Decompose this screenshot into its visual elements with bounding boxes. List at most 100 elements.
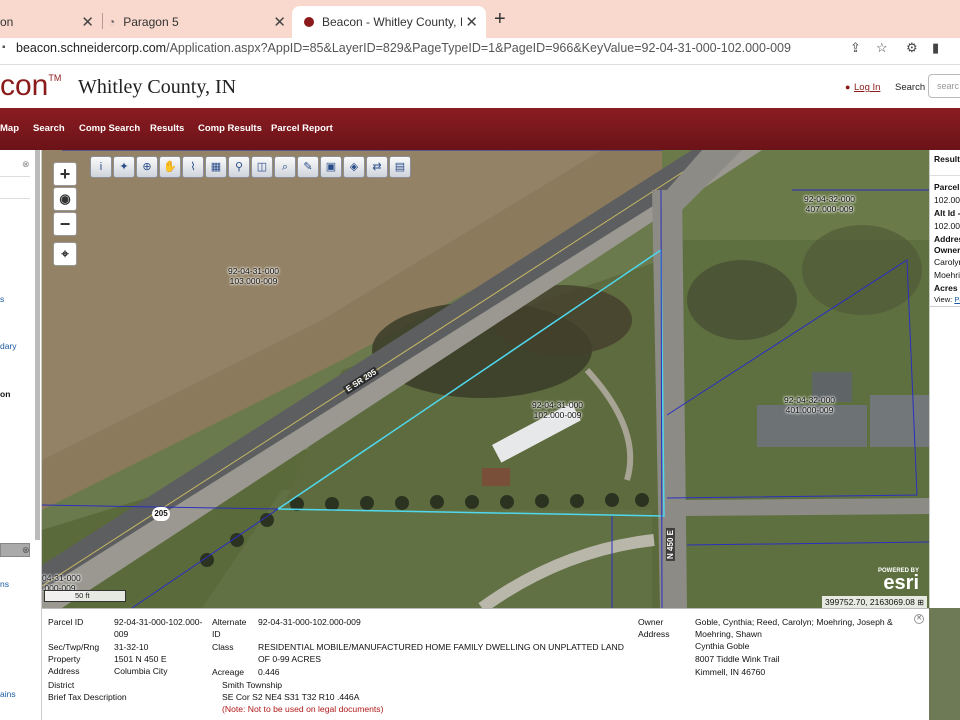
new-tab-button[interactable]: + bbox=[494, 8, 506, 31]
print-icon[interactable]: ▣ bbox=[320, 156, 342, 178]
nav-comp-search[interactable]: Comp Search bbox=[79, 123, 140, 134]
buffer-icon[interactable]: ◫ bbox=[251, 156, 273, 178]
panel-divider bbox=[0, 198, 30, 199]
close-icon[interactable]: ✕ bbox=[273, 13, 286, 31]
close-icon[interactable]: ✕ bbox=[914, 614, 924, 624]
identify-icon[interactable]: ✦ bbox=[113, 156, 135, 178]
result-line: Owner bbox=[934, 245, 960, 255]
bookmark-star-icon[interactable]: ☆ bbox=[876, 40, 888, 56]
zoom-out-button[interactable]: − bbox=[53, 212, 77, 236]
map-toolbar: i ✦ ⊕ ✋ ⌇ ▦ ⚲ ◫ ⌕ ✎ ▣ ◈ ⇄ ▤ bbox=[90, 156, 411, 180]
close-icon[interactable]: ✕ bbox=[465, 13, 478, 31]
save-icon[interactable]: ▤ bbox=[389, 156, 411, 178]
tab-paragon[interactable]: ◔ Paragon 5 ✕ bbox=[108, 6, 294, 38]
acreage-label: Acreage bbox=[212, 667, 245, 677]
map-view[interactable]: i ✦ ⊕ ✋ ⌇ ▦ ⚲ ◫ ⌕ ✎ ▣ ◈ ⇄ ▤ + ◉ − ⌖ 92-0… bbox=[42, 150, 929, 608]
pan-icon[interactable]: ✋ bbox=[159, 156, 181, 178]
layers-icon[interactable]: ◈ bbox=[343, 156, 365, 178]
draw-icon[interactable]: ✎ bbox=[297, 156, 319, 178]
property-address-value: 1501 N 450 E bbox=[114, 654, 167, 664]
owner-label: Owner bbox=[638, 617, 664, 627]
pin-icon[interactable]: ⚲ bbox=[228, 156, 250, 178]
parcel-label-line: 407.000-009 bbox=[805, 204, 854, 214]
nav-parcel-report[interactable]: Parcel Report bbox=[271, 123, 333, 134]
parcel-label-line: 401.000-009 bbox=[785, 405, 834, 415]
left-layer-panel: ⊗ s dary on ⊗ ns ains bbox=[0, 150, 42, 720]
login-link[interactable]: Log In bbox=[854, 82, 880, 93]
tab-beacon[interactable]: Beacon - Whitley County, IN - ✕ bbox=[292, 6, 486, 38]
zoom-in-icon[interactable]: ⊕ bbox=[136, 156, 158, 178]
tab-previous[interactable]: on ✕ bbox=[0, 6, 100, 38]
nav-results[interactable]: Results bbox=[150, 123, 184, 134]
logo-tm: TM bbox=[48, 73, 62, 83]
close-icon[interactable]: ✕ bbox=[81, 13, 94, 31]
measure-icon[interactable]: ⌇ bbox=[182, 156, 204, 178]
district-value: Smith Township bbox=[222, 680, 283, 690]
find-icon[interactable]: ⌕ bbox=[274, 156, 296, 178]
layer-item[interactable]: s bbox=[0, 294, 4, 304]
parcel-label-line: 92-04-32-000 bbox=[804, 194, 856, 204]
acreage-value: 0.446 bbox=[258, 667, 280, 677]
district-label: District bbox=[48, 680, 75, 690]
locate-icon[interactable]: ⌖ bbox=[53, 242, 77, 266]
result-line: Carolyn bbox=[934, 257, 960, 267]
tab-title: on bbox=[0, 15, 14, 29]
parcel-label-line: 92-04-31-000 bbox=[532, 400, 584, 410]
select-icon[interactable]: ▦ bbox=[205, 156, 227, 178]
property-address-label: Property bbox=[48, 654, 81, 664]
url-path: /Application.aspx?AppID=85&LayerID=829&P… bbox=[166, 41, 791, 55]
nav-search[interactable]: Search bbox=[33, 123, 65, 134]
parcel-id-value: 92-04-31-000-102.000- bbox=[114, 617, 203, 627]
coordinate-value: 399752.70, 2163069.08 bbox=[825, 597, 915, 607]
expand-icon[interactable]: ⊞ bbox=[917, 598, 924, 607]
scale-bar: 50 ft bbox=[44, 590, 126, 602]
parcel-info-panel: Parcel ID 92-04-31-000-102.000- 009 Alte… bbox=[42, 608, 929, 720]
close-icon[interactable]: ⊗ bbox=[22, 545, 30, 556]
parcel-id-label: Parcel ID bbox=[48, 617, 84, 627]
parcel-label-line: 103.000-009 bbox=[229, 276, 278, 286]
sidebar-icon[interactable]: ▮ bbox=[932, 40, 939, 56]
aerial-imagery bbox=[42, 150, 929, 608]
layer-item[interactable]: ns bbox=[0, 579, 9, 589]
nav-comp-results[interactable]: Comp Results bbox=[198, 123, 262, 134]
panel-divider bbox=[930, 175, 960, 176]
layer-item-boundary[interactable]: dary bbox=[0, 341, 17, 351]
close-icon[interactable]: ⊗ bbox=[22, 159, 30, 170]
result-line: Addres bbox=[934, 234, 960, 244]
url-text[interactable]: beacon.schneidercorp.com/Application.asp… bbox=[16, 41, 791, 55]
zoom-in-button[interactable]: + bbox=[53, 162, 77, 186]
panel-scrollbar[interactable] bbox=[35, 150, 40, 540]
info-icon[interactable]: i bbox=[90, 156, 112, 178]
extension-icon[interactable]: ⚙ bbox=[906, 40, 918, 56]
result-line: Alt Id - bbox=[934, 208, 960, 218]
header-search-input[interactable]: searc bbox=[928, 74, 960, 98]
owner-address-label: Address bbox=[638, 629, 670, 639]
parcel-label: 92-04-32-000 401.000-009 bbox=[784, 395, 835, 415]
globe-icon[interactable]: ◉ bbox=[53, 187, 77, 211]
layer-item-drains[interactable]: ains bbox=[0, 689, 16, 699]
map-edge-imagery bbox=[929, 608, 960, 720]
parcel-label-line: 102.000-009 bbox=[533, 410, 582, 420]
logo-text: con bbox=[0, 69, 49, 102]
parcel-label-selected: 92-04-31-000 102.000-009 bbox=[532, 400, 583, 420]
parcel-label-line: 92-04-32-000 bbox=[784, 395, 836, 405]
sec-twp-rng-value: 31-32-10 bbox=[114, 642, 149, 652]
header-search-label: Search bbox=[895, 82, 926, 93]
result-line: Acres - bbox=[934, 283, 960, 293]
address-bar[interactable]: ▪ beacon.schneidercorp.com/Application.a… bbox=[0, 38, 960, 62]
user-icon: ● bbox=[845, 82, 851, 92]
sec-twp-rng-label: Sec/Twp/Rng bbox=[48, 642, 100, 652]
parcel-label-line: 04-31-000 bbox=[42, 573, 81, 583]
results-title: Result bbox=[934, 154, 960, 164]
brief-tax-value: SE Cor S2 NE4 S31 T32 R10 .446A bbox=[222, 692, 360, 702]
url-host: beacon.schneidercorp.com bbox=[16, 41, 167, 55]
nav-map[interactable]: Map bbox=[0, 123, 19, 134]
layer-item-selected[interactable]: on bbox=[0, 389, 10, 399]
share-icon[interactable]: ⇪ bbox=[850, 40, 861, 56]
view-parcel-link[interactable]: Pa bbox=[954, 295, 960, 304]
parcel-label: 92-04-31-000 103.000-009 bbox=[228, 266, 279, 286]
road-label-n450e: N 450 E bbox=[665, 528, 675, 561]
beacon-logo[interactable]: conTM bbox=[0, 69, 61, 103]
export-icon[interactable]: ⇄ bbox=[366, 156, 388, 178]
alternate-id-label-2: ID bbox=[212, 629, 221, 639]
